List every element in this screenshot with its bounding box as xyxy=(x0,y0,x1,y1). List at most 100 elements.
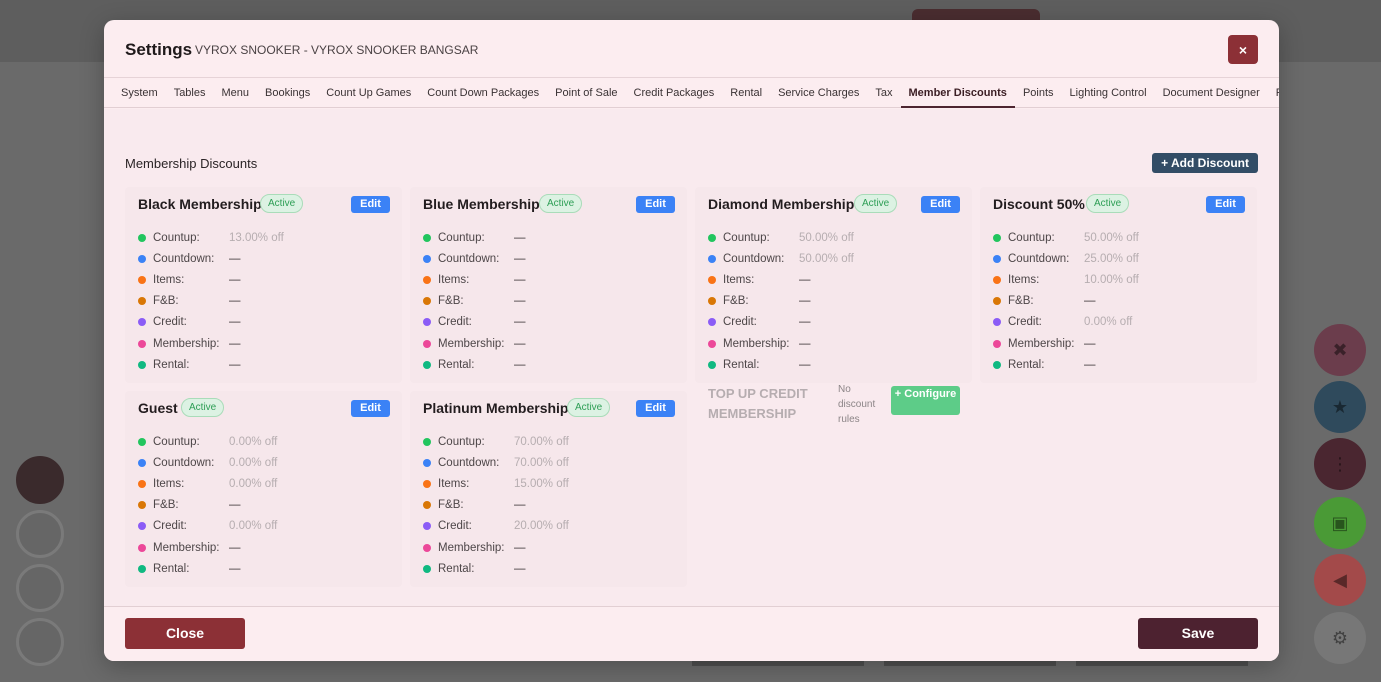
rule-row-rental: Rental: — xyxy=(423,354,526,375)
rule-label: F&B: xyxy=(438,499,464,512)
rule-label: F&B: xyxy=(438,295,464,308)
rule-label: Countup: xyxy=(1008,231,1055,244)
rule-row-fnb: F&B: — xyxy=(138,291,284,312)
backdrop-circle-button xyxy=(16,510,64,558)
rule-value: — xyxy=(514,337,526,350)
rule-value: 50.00% off xyxy=(799,231,854,244)
tab-point-of-sale[interactable]: Point of Sale xyxy=(547,78,625,108)
rule-value: 0.00% off xyxy=(229,456,278,469)
rule-dot-icon xyxy=(708,275,716,284)
backdrop-fab-star-icon: ★ xyxy=(1314,381,1366,433)
tab-tables[interactable]: Tables xyxy=(166,78,214,108)
edit-button[interactable]: Edit xyxy=(351,400,390,417)
rule-label: Items: xyxy=(723,273,755,286)
tab-tax[interactable]: Tax xyxy=(867,78,900,108)
status-badge: Active xyxy=(181,398,225,417)
rule-value: 70.00% off xyxy=(514,435,569,448)
configure-button[interactable]: + Configure xyxy=(891,386,960,415)
rule-dot-icon xyxy=(423,543,431,552)
rule-value: — xyxy=(229,295,241,308)
rule-label: Items: xyxy=(1008,273,1040,286)
tab-lighting-control[interactable]: Lighting Control xyxy=(1062,78,1155,108)
rule-value: 13.00% off xyxy=(229,231,284,244)
rule-row-membership: Membership: — xyxy=(423,537,569,558)
rule-value: — xyxy=(229,562,241,575)
discount-card: Discount 50% Active Edit Countup: 50.00% off… xyxy=(980,187,1257,383)
save-button[interactable]: Save xyxy=(1138,618,1258,649)
rule-row-rental: Rental: — xyxy=(138,354,284,375)
modal-close-button[interactable]: × xyxy=(1228,35,1258,64)
rule-row-credit: Credit: 0.00% off xyxy=(993,312,1139,333)
rule-dot-icon xyxy=(708,233,716,242)
rule-row-items: Items: — xyxy=(423,269,526,290)
edit-button[interactable]: Edit xyxy=(921,196,960,213)
backdrop-fab-settings-icon: ⚙ xyxy=(1314,612,1366,664)
discount-card-name: Black Membership xyxy=(138,196,262,212)
rule-row-countup: Countup: 50.00% off xyxy=(708,227,854,248)
rule-label: Rental: xyxy=(723,358,760,371)
tab-printers[interactable]: Printers xyxy=(1268,78,1279,108)
rule-value: — xyxy=(799,295,811,308)
rule-value: — xyxy=(229,541,241,554)
tab-system[interactable]: System xyxy=(113,78,166,108)
backdrop-fab-menu-icon: ⋮ xyxy=(1314,438,1366,490)
venue-subtitle: VYROX SNOOKER - VYROX SNOOKER BANGSAR xyxy=(195,43,479,57)
edit-button[interactable]: Edit xyxy=(636,196,675,213)
rule-label: Countup: xyxy=(723,231,770,244)
rule-row-items: Items: — xyxy=(708,269,854,290)
rule-label: Membership: xyxy=(1008,337,1075,350)
edit-button[interactable]: Edit xyxy=(1206,196,1245,213)
tab-bookings[interactable]: Bookings xyxy=(257,78,318,108)
rule-label: Rental: xyxy=(438,358,475,371)
rule-dot-icon xyxy=(423,479,431,488)
tab-rental[interactable]: Rental xyxy=(722,78,770,108)
rule-label: Credit: xyxy=(438,520,472,533)
status-badge: Active xyxy=(854,194,898,213)
rule-row-countdown: Countdown: 50.00% off xyxy=(708,248,854,269)
rule-dot-icon xyxy=(138,254,146,263)
rule-row-fnb: F&B: — xyxy=(138,495,277,516)
rule-row-rental: Rental: — xyxy=(138,558,277,579)
tab-count-up-games[interactable]: Count Up Games xyxy=(318,78,419,108)
rule-label: Rental: xyxy=(1008,358,1045,371)
tab-menu[interactable]: Menu xyxy=(213,78,257,108)
edit-button[interactable]: Edit xyxy=(351,196,390,213)
rule-dot-icon xyxy=(993,233,1001,242)
tab-points[interactable]: Points xyxy=(1015,78,1062,108)
rule-dot-icon xyxy=(993,297,1001,306)
discount-card: Black Membership Active Edit Countup: 13.00%… xyxy=(125,187,402,383)
rule-row-rental: Rental: — xyxy=(993,354,1139,375)
rule-label: Credit: xyxy=(153,520,187,533)
rule-label: Credit: xyxy=(153,316,187,329)
rule-row-countdown: Countdown: — xyxy=(138,248,284,269)
rule-value: 0.00% off xyxy=(229,435,278,448)
rule-row-countdown: Countdown: — xyxy=(423,248,526,269)
tab-document-designer[interactable]: Document Designer xyxy=(1155,78,1268,108)
rule-dot-icon xyxy=(708,297,716,306)
edit-button[interactable]: Edit xyxy=(636,400,675,417)
rule-row-rental: Rental: — xyxy=(423,558,569,579)
tab-service-charges[interactable]: Service Charges xyxy=(770,78,867,108)
close-button[interactable]: Close xyxy=(125,618,245,649)
rule-row-fnb: F&B: — xyxy=(423,291,526,312)
rule-label: Countdown: xyxy=(153,456,215,469)
rule-row-credit: Credit: — xyxy=(708,312,854,333)
rule-value: — xyxy=(229,252,241,265)
rule-dot-icon xyxy=(138,522,146,531)
rule-value: — xyxy=(799,337,811,350)
rule-dot-icon xyxy=(423,318,431,327)
tab-count-down-packages[interactable]: Count Down Packages xyxy=(419,78,547,108)
rule-value: — xyxy=(229,358,241,371)
tab-credit-packages[interactable]: Credit Packages xyxy=(626,78,723,108)
add-discount-button[interactable]: + Add Discount xyxy=(1152,153,1258,173)
rule-value: — xyxy=(799,358,811,371)
rule-row-items: Items: 10.00% off xyxy=(993,269,1139,290)
rule-dot-icon xyxy=(993,275,1001,284)
tab-member-discounts[interactable]: Member Discounts xyxy=(900,78,1015,108)
rule-label: Items: xyxy=(438,273,470,286)
rule-label: Countdown: xyxy=(438,252,500,265)
rule-value: 0.00% off xyxy=(1084,316,1133,329)
rule-dot-icon xyxy=(993,318,1001,327)
rule-dot-icon xyxy=(423,564,431,573)
rule-label: Countdown: xyxy=(723,252,785,265)
